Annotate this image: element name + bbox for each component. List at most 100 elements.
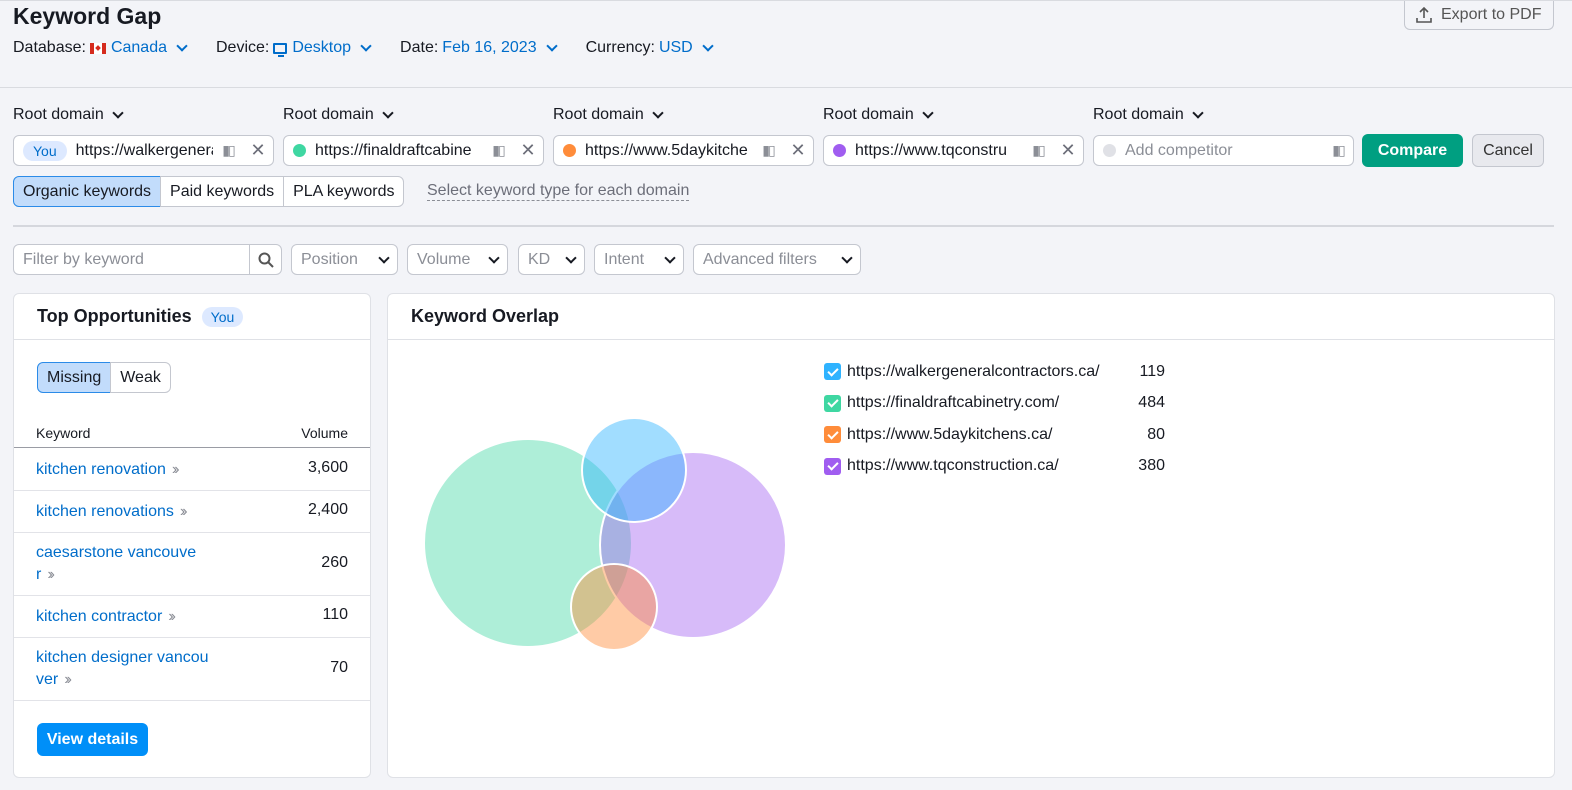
legend-url: https://finaldraftcabinetry.com/ (847, 394, 1060, 412)
legend-item[interactable]: https://www.tqconstruction.ca/ 380 (824, 451, 1165, 483)
add-competitor-input[interactable]: Add competitor ▮▯ (1093, 135, 1354, 166)
kd-filter[interactable]: KD (518, 244, 585, 275)
clear-icon[interactable]: ✕ (1053, 140, 1083, 161)
volume-value: 3,600 (307, 459, 348, 476)
currency-label: Currency: (585, 39, 655, 56)
volume-value: 2,400 (307, 501, 348, 518)
clear-icon[interactable]: ✕ (513, 140, 543, 161)
legend-count: 80 (1147, 425, 1165, 443)
tab-weak[interactable]: Weak (110, 362, 171, 393)
table-row: kitchen contractor ›› 110 (14, 596, 370, 638)
filter-by-keyword-input[interactable]: Filter by keyword (13, 244, 282, 275)
venn-circle-walkergeneralcontractors[interactable] (581, 417, 687, 523)
date-filter[interactable]: Date: Feb 16, 2023 (400, 39, 558, 57)
chevron-down-icon (652, 107, 664, 119)
keyword-link[interactable]: kitchen designer vancouver ›› (36, 647, 211, 691)
filter-placeholder: Filter by keyword (23, 250, 144, 268)
domain-input-competitor-1[interactable]: https://finaldraftcabine ▮▯ ✕ (283, 135, 544, 166)
legend-url: https://walkergeneralcontractors.ca/ (847, 362, 1100, 380)
chevron-down-icon (112, 107, 124, 119)
venn-circle-5daykitchens[interactable] (570, 563, 658, 651)
domain-input-competitor-2[interactable]: https://www.5daykitche ▮▯ ✕ (553, 135, 814, 166)
position-filter[interactable]: Position (291, 244, 398, 275)
intent-filter[interactable]: Intent (594, 244, 684, 275)
tab-organic-keywords[interactable]: Organic keywords (13, 176, 162, 207)
clear-icon[interactable]: ✕ (783, 140, 813, 161)
search-icon[interactable] (249, 245, 281, 274)
checkbox-icon[interactable] (824, 363, 841, 381)
keyword-text: kitchen designer vancouver (36, 649, 209, 688)
keyword-link[interactable]: kitchen renovations ›› (36, 501, 211, 523)
keyword-text: kitchen renovations (36, 503, 174, 520)
chevrons-right-icon: ›› (47, 566, 54, 583)
legend-url: https://www.tqconstruction.ca/ (847, 457, 1059, 475)
card-title: Top Opportunities (37, 306, 192, 326)
intent-filter-label: Intent (604, 250, 645, 268)
checkbox-icon[interactable] (824, 457, 841, 475)
grip-icon: ▮▯ (492, 142, 505, 158)
device-label: Device: (215, 39, 270, 56)
domain-url: https://walkergeneral (75, 141, 213, 159)
legend-item[interactable]: https://walkergeneralcontractors.ca/ 119 (824, 356, 1165, 388)
opportunity-tabs: Missing Weak (37, 362, 171, 393)
export-pdf-button[interactable]: Export to PDF (1404, 1, 1554, 30)
database-value: Canada (110, 39, 167, 56)
root-domain-label: Root domain (283, 106, 374, 123)
compare-button[interactable]: Compare (1362, 134, 1463, 167)
root-domain-select-1[interactable]: Root domain (13, 106, 124, 124)
report-filters: Database: Canada Device: Desktop Date: F… (13, 39, 742, 57)
table-row: kitchen renovations ›› 2,400 (14, 491, 370, 533)
domain-url: https://www.tqconstru (855, 141, 1008, 159)
chevrons-right-icon: ›› (168, 608, 175, 625)
tab-paid-keywords[interactable]: Paid keywords (160, 176, 285, 207)
tab-pla-keywords[interactable]: PLA keywords (283, 176, 405, 207)
grip-icon: ▮▯ (1332, 142, 1345, 158)
grip-icon: ▮▯ (762, 142, 775, 158)
chevron-down-icon (1192, 107, 1204, 119)
cancel-button[interactable]: Cancel (1472, 134, 1544, 167)
legend-item[interactable]: https://www.5daykitchens.ca/ 80 (824, 419, 1165, 451)
column-volume: Volume (301, 425, 348, 441)
volume-value: 260 (321, 554, 348, 571)
chevron-down-icon (545, 40, 558, 52)
keyword-text: caesarstone vancouver (36, 544, 197, 583)
keyword-link[interactable]: kitchen renovation ›› (36, 459, 211, 481)
clear-icon[interactable]: ✕ (243, 140, 273, 161)
advanced-filters[interactable]: Advanced filters (693, 244, 861, 275)
upload-icon (1416, 6, 1432, 23)
currency-value: USD (658, 39, 693, 56)
keyword-link[interactable]: kitchen contractor ›› (36, 606, 211, 628)
divider (13, 225, 1554, 227)
volume-filter-label: Volume (417, 250, 471, 268)
root-domain-select-3[interactable]: Root domain (553, 106, 664, 124)
domain-input-competitor-3[interactable]: https://www.tqconstru ▮▯ ✕ (823, 135, 1084, 166)
volume-value: 70 (330, 659, 348, 676)
view-details-button[interactable]: View details (37, 723, 148, 756)
chevron-down-icon (664, 251, 676, 264)
page-title: Keyword Gap (13, 3, 162, 29)
root-domain-select-4[interactable]: Root domain (823, 106, 934, 124)
chevron-down-icon (841, 251, 853, 264)
device-value: Desktop (292, 39, 352, 56)
domain-url: https://finaldraftcabine (315, 141, 472, 159)
chevron-down-icon (565, 251, 577, 264)
volume-filter[interactable]: Volume (407, 244, 508, 275)
currency-filter[interactable]: Currency: USD (585, 39, 714, 57)
kd-filter-label: KD (528, 250, 551, 268)
chevrons-right-icon: ›› (64, 671, 71, 688)
keyword-link[interactable]: caesarstone vancouver ›› (36, 542, 211, 586)
chevron-down-icon (360, 40, 372, 52)
chevrons-right-icon: ›› (179, 503, 187, 520)
checkbox-icon[interactable] (824, 426, 841, 444)
checkbox-icon[interactable] (824, 394, 841, 412)
legend-count: 380 (1138, 457, 1165, 475)
device-filter[interactable]: Device: Desktop (215, 39, 372, 57)
root-domain-select-2[interactable]: Root domain (283, 106, 394, 124)
tab-missing[interactable]: Missing (37, 362, 112, 393)
database-filter[interactable]: Database: Canada (13, 39, 188, 57)
root-domain-select-5[interactable]: Root domain (1093, 106, 1204, 124)
add-competitor-placeholder: Add competitor (1125, 141, 1233, 159)
domain-input-you[interactable]: You https://walkergeneral ▮▯ ✕ (13, 135, 274, 166)
legend-item[interactable]: https://finaldraftcabinetry.com/ 484 (824, 388, 1165, 420)
select-keyword-type-link[interactable]: Select keyword type for each domain (427, 182, 690, 201)
